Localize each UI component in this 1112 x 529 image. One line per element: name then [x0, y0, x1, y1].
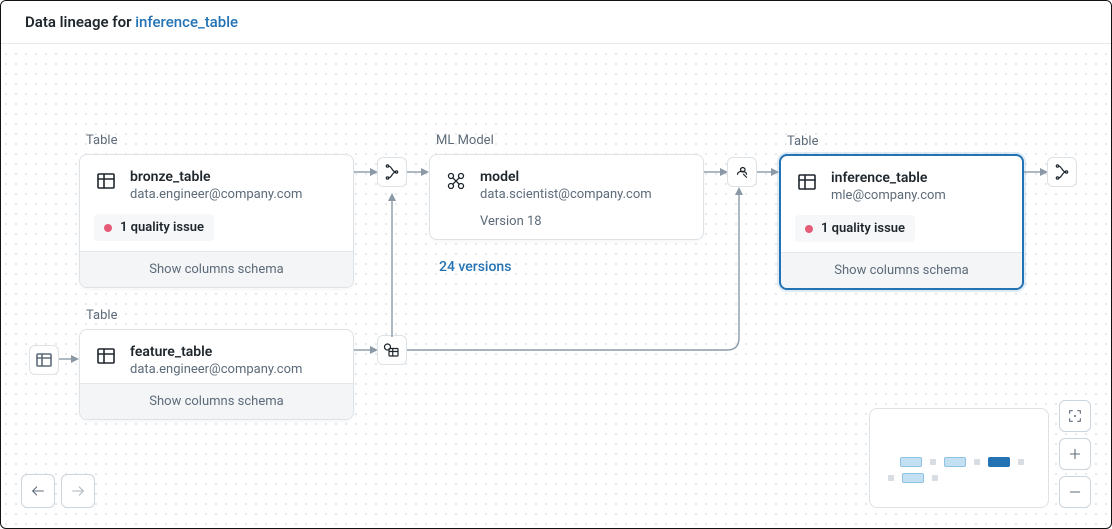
show-columns-button[interactable]: Show columns schema: [80, 383, 353, 419]
minimap-chip: [888, 475, 894, 481]
quality-text: 1 quality issue: [821, 221, 905, 236]
flow-icon: [1053, 163, 1071, 181]
node-feature-table[interactable]: Table feature_table data.engineer@compan…: [79, 329, 354, 420]
node-type-label: ML Model: [436, 133, 494, 148]
minus-icon: [1067, 484, 1083, 500]
model-icon: [446, 171, 466, 191]
node-bronze-table[interactable]: Table bronze_table data.engineer@company…: [79, 154, 354, 288]
minimap-node: [944, 457, 966, 467]
node-owner: mle@company.com: [831, 188, 1006, 203]
table-icon: [797, 172, 817, 192]
plus-icon: [1067, 446, 1083, 462]
node-name: model: [480, 169, 687, 185]
canvas-controls: [1059, 400, 1091, 508]
node-inference-table[interactable]: Table inference_table mle@company.com 1 …: [779, 154, 1024, 290]
quality-dot-icon: [805, 225, 813, 233]
page-title-target-link[interactable]: inference_table: [135, 13, 238, 31]
quality-badge[interactable]: 1 quality issue: [795, 215, 915, 242]
node-owner: data.engineer@company.com: [130, 362, 337, 377]
serving-icon: [733, 163, 751, 181]
nav-forward-button[interactable]: [61, 474, 95, 508]
table-icon: [96, 171, 116, 191]
quality-text: 1 quality issue: [120, 220, 204, 235]
node-type-label: Table: [787, 134, 818, 149]
show-columns-button[interactable]: Show columns schema: [781, 252, 1022, 288]
zoom-out-button[interactable]: [1059, 476, 1091, 508]
page-header: Data lineage for inference_table: [1, 1, 1111, 44]
node-ml-model[interactable]: ML Model model data.scientist@company.co…: [429, 154, 704, 240]
minimap-chip: [932, 475, 938, 481]
center-icon: [1067, 408, 1083, 424]
minimap-node-selected: [988, 457, 1010, 467]
page-title-prefix: Data lineage for: [25, 13, 135, 31]
node-type-label: Table: [86, 133, 117, 148]
upstream-table-chip[interactable]: [29, 345, 59, 375]
nav-back-button[interactable]: [21, 474, 55, 508]
node-owner: data.engineer@company.com: [130, 187, 337, 202]
model-versions-link[interactable]: 24 versions: [439, 259, 511, 275]
quality-dot-icon: [104, 224, 112, 232]
node-name: bronze_table: [130, 169, 337, 185]
lineage-canvas[interactable]: Table bronze_table data.engineer@company…: [1, 49, 1111, 528]
show-columns-button[interactable]: Show columns schema: [80, 251, 353, 287]
minimap-node: [900, 457, 922, 467]
minimap-chip: [1018, 459, 1024, 465]
minimap-chip: [930, 459, 936, 465]
quality-badge[interactable]: 1 quality issue: [94, 214, 214, 241]
minimap-chip: [974, 459, 980, 465]
table-icon: [35, 351, 53, 369]
table-icon: [96, 346, 116, 366]
arrow-left-icon: [30, 483, 46, 499]
minimap-node: [902, 473, 924, 483]
center-view-button[interactable]: [1059, 400, 1091, 432]
feature-store-icon: [383, 341, 401, 359]
node-owner: data.scientist@company.com: [480, 187, 687, 202]
node-type-label: Table: [86, 308, 117, 323]
downstream-flow-chip[interactable]: [1047, 157, 1077, 187]
zoom-in-button[interactable]: [1059, 438, 1091, 470]
feature-store-chip[interactable]: [377, 335, 407, 365]
minimap[interactable]: [869, 408, 1049, 508]
arrow-right-icon: [70, 483, 86, 499]
serving-chip[interactable]: [727, 157, 757, 187]
model-version: Version 18: [430, 208, 703, 239]
node-name: feature_table: [130, 344, 337, 360]
node-name: inference_table: [831, 170, 1006, 186]
flow-icon: [383, 163, 401, 181]
notebook-flow-chip[interactable]: [377, 157, 407, 187]
